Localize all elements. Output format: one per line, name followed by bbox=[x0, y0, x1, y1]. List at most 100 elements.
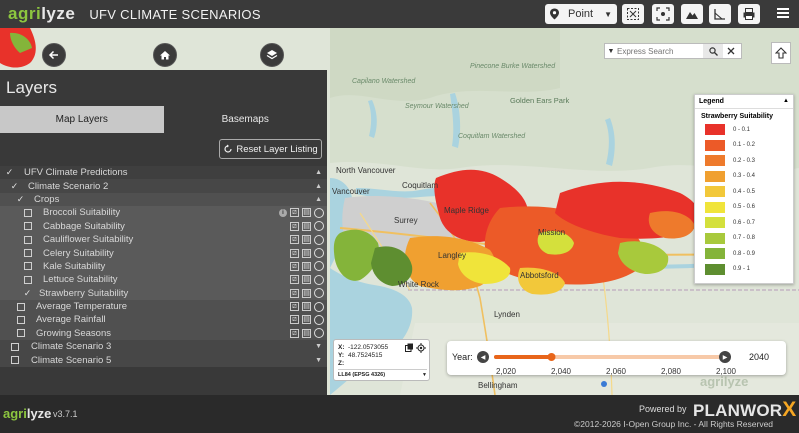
clear-search-button[interactable] bbox=[723, 44, 739, 58]
layer-checkbox[interactable] bbox=[24, 275, 32, 284]
slider-handle[interactable] bbox=[547, 353, 556, 361]
edit-icon[interactable]: ⧄ bbox=[290, 275, 299, 285]
table-icon[interactable]: ▤ bbox=[302, 208, 311, 218]
point-tool-select[interactable]: Point ▼ bbox=[545, 4, 617, 24]
opacity-icon[interactable] bbox=[314, 207, 324, 218]
layers-panel: Layers Map Layers Basemaps Reset Layer L… bbox=[0, 70, 327, 395]
edit-icon[interactable]: ⧄ bbox=[290, 235, 299, 245]
layer-item-strawberry[interactable]: ✓ Strawberry Suitability ⧄ ▤ bbox=[0, 286, 327, 300]
locate-button[interactable] bbox=[416, 343, 426, 353]
layer-group-ufv[interactable]: ✓ UFV Climate Predictions ▲ bbox=[0, 166, 327, 180]
year-slider[interactable] bbox=[494, 347, 724, 367]
layer-checkbox[interactable] bbox=[17, 329, 25, 338]
map-label-coquitlam: Coquitlam bbox=[402, 181, 438, 190]
brand-logo[interactable]: agrilyze bbox=[8, 4, 75, 24]
search-input[interactable] bbox=[617, 46, 703, 56]
opacity-icon[interactable] bbox=[314, 328, 324, 339]
layer-item-celery[interactable]: Celery Suitability ⧄ ▤ bbox=[0, 246, 327, 260]
select-region-button[interactable] bbox=[622, 4, 644, 24]
layer-checkbox[interactable] bbox=[11, 342, 19, 351]
point-tool-label: Point bbox=[568, 8, 594, 20]
check-icon[interactable]: ✓ bbox=[23, 288, 32, 299]
layer-checkbox[interactable] bbox=[17, 302, 25, 311]
main-menu-button[interactable] bbox=[776, 6, 790, 20]
table-icon[interactable]: ▤ bbox=[302, 288, 311, 298]
layer-label: Strawberry Suitability bbox=[39, 287, 129, 299]
chevron-up-icon[interactable]: ▲ bbox=[315, 183, 322, 190]
table-icon[interactable]: ▤ bbox=[302, 235, 311, 245]
layer-checkbox[interactable] bbox=[24, 235, 32, 244]
tab-map-layers[interactable]: Map Layers bbox=[0, 106, 164, 133]
edit-icon[interactable]: ⧄ bbox=[290, 221, 299, 231]
layer-item-kale[interactable]: Kale Suitability ⧄ ▤ bbox=[0, 259, 327, 274]
layer-group-scenario-3[interactable]: Climate Scenario 3 ▼ bbox=[0, 340, 327, 354]
layers-button[interactable] bbox=[260, 43, 284, 67]
check-icon: ✓ bbox=[10, 180, 19, 191]
layer-checkbox[interactable] bbox=[24, 208, 32, 217]
edit-icon[interactable]: ⧄ bbox=[290, 315, 299, 325]
layer-checkbox[interactable] bbox=[24, 249, 32, 258]
layer-item-broccoli[interactable]: Broccoli Suitability i ⧄ ▤ bbox=[0, 206, 327, 220]
layer-checkbox[interactable] bbox=[17, 315, 25, 324]
projection-select[interactable]: LL84 (EPSG 4326) ▼ bbox=[338, 369, 427, 379]
layer-group-crops[interactable]: ✓ Crops ▲ bbox=[0, 192, 327, 207]
opacity-icon[interactable] bbox=[314, 234, 324, 245]
terrain-button[interactable] bbox=[681, 4, 703, 24]
layer-item-avg-temp[interactable]: Average Temperature ⧄ ▤ bbox=[0, 299, 327, 314]
chevron-up-icon[interactable]: ▲ bbox=[315, 169, 322, 176]
year-next-button[interactable]: ▶ bbox=[719, 351, 731, 363]
layer-item-cauliflower[interactable]: Cauliflower Suitability ⧄ ▤ bbox=[0, 232, 327, 247]
tab-basemaps[interactable]: Basemaps bbox=[164, 106, 328, 133]
map-label-vancouver: Vancouver bbox=[332, 187, 370, 196]
opacity-icon[interactable] bbox=[314, 261, 324, 272]
legend-swatch bbox=[705, 248, 725, 260]
table-icon[interactable]: ▤ bbox=[302, 275, 311, 285]
layer-label: Climate Scenario 2 bbox=[28, 180, 109, 192]
edit-icon[interactable]: ⧄ bbox=[290, 261, 299, 271]
layer-group-scenario-2[interactable]: ✓ Climate Scenario 2 ▲ bbox=[0, 179, 327, 193]
measure-button[interactable] bbox=[709, 4, 731, 24]
chevron-down-icon[interactable]: ▼ bbox=[315, 343, 322, 350]
home-button[interactable] bbox=[153, 43, 177, 67]
legend-collapse-icon[interactable]: ▲ bbox=[783, 98, 789, 105]
table-icon[interactable]: ▤ bbox=[302, 261, 311, 271]
opacity-icon[interactable] bbox=[314, 274, 324, 285]
table-icon[interactable]: ▤ bbox=[302, 328, 311, 338]
table-icon[interactable]: ▤ bbox=[302, 302, 311, 312]
table-icon[interactable]: ▤ bbox=[302, 248, 311, 258]
opacity-icon[interactable] bbox=[314, 288, 324, 299]
layer-item-cabbage[interactable]: Cabbage Suitability ⧄ ▤ bbox=[0, 219, 327, 233]
opacity-icon[interactable] bbox=[314, 221, 324, 232]
table-icon[interactable]: ▤ bbox=[302, 221, 311, 231]
edit-icon[interactable]: ⧄ bbox=[290, 288, 299, 298]
opacity-icon[interactable] bbox=[314, 314, 324, 325]
back-button[interactable] bbox=[42, 43, 66, 67]
print-button[interactable] bbox=[738, 4, 760, 24]
legend-label: 0.7 - 0.8 bbox=[733, 235, 756, 242]
layer-checkbox[interactable] bbox=[24, 262, 32, 271]
edit-icon[interactable]: ⧄ bbox=[290, 328, 299, 338]
layer-item-lettuce[interactable]: Lettuce Suitability ⧄ ▤ bbox=[0, 273, 327, 287]
info-icon[interactable]: i bbox=[279, 208, 287, 217]
layer-checkbox[interactable] bbox=[11, 356, 19, 365]
year-prev-button[interactable]: ◀ bbox=[477, 351, 489, 363]
edit-icon[interactable]: ⧄ bbox=[290, 248, 299, 258]
layer-label: Celery Suitability bbox=[43, 247, 114, 259]
share-button[interactable] bbox=[771, 42, 791, 64]
search-button[interactable] bbox=[703, 44, 723, 58]
layer-item-avg-rainfall[interactable]: Average Rainfall ⧄ ▤ bbox=[0, 313, 327, 327]
table-icon[interactable]: ▤ bbox=[302, 315, 311, 325]
chevron-up-icon[interactable]: ▲ bbox=[315, 196, 322, 203]
edit-icon[interactable]: ⧄ bbox=[290, 302, 299, 312]
copy-coords-button[interactable] bbox=[405, 343, 414, 352]
search-options-dropdown[interactable]: ▼ bbox=[605, 48, 617, 55]
layer-group-scenario-5[interactable]: Climate Scenario 5 ▼ bbox=[0, 353, 327, 367]
opacity-icon[interactable] bbox=[314, 248, 324, 259]
opacity-icon[interactable] bbox=[314, 301, 324, 312]
reset-layer-listing-button[interactable]: Reset Layer Listing bbox=[219, 139, 322, 159]
edit-icon[interactable]: ⧄ bbox=[290, 208, 299, 218]
layer-checkbox[interactable] bbox=[24, 222, 32, 231]
focus-button[interactable] bbox=[652, 4, 674, 24]
layer-item-growing-seasons[interactable]: Growing Seasons ⧄ ▤ bbox=[0, 326, 327, 341]
chevron-down-icon[interactable]: ▼ bbox=[315, 357, 322, 364]
